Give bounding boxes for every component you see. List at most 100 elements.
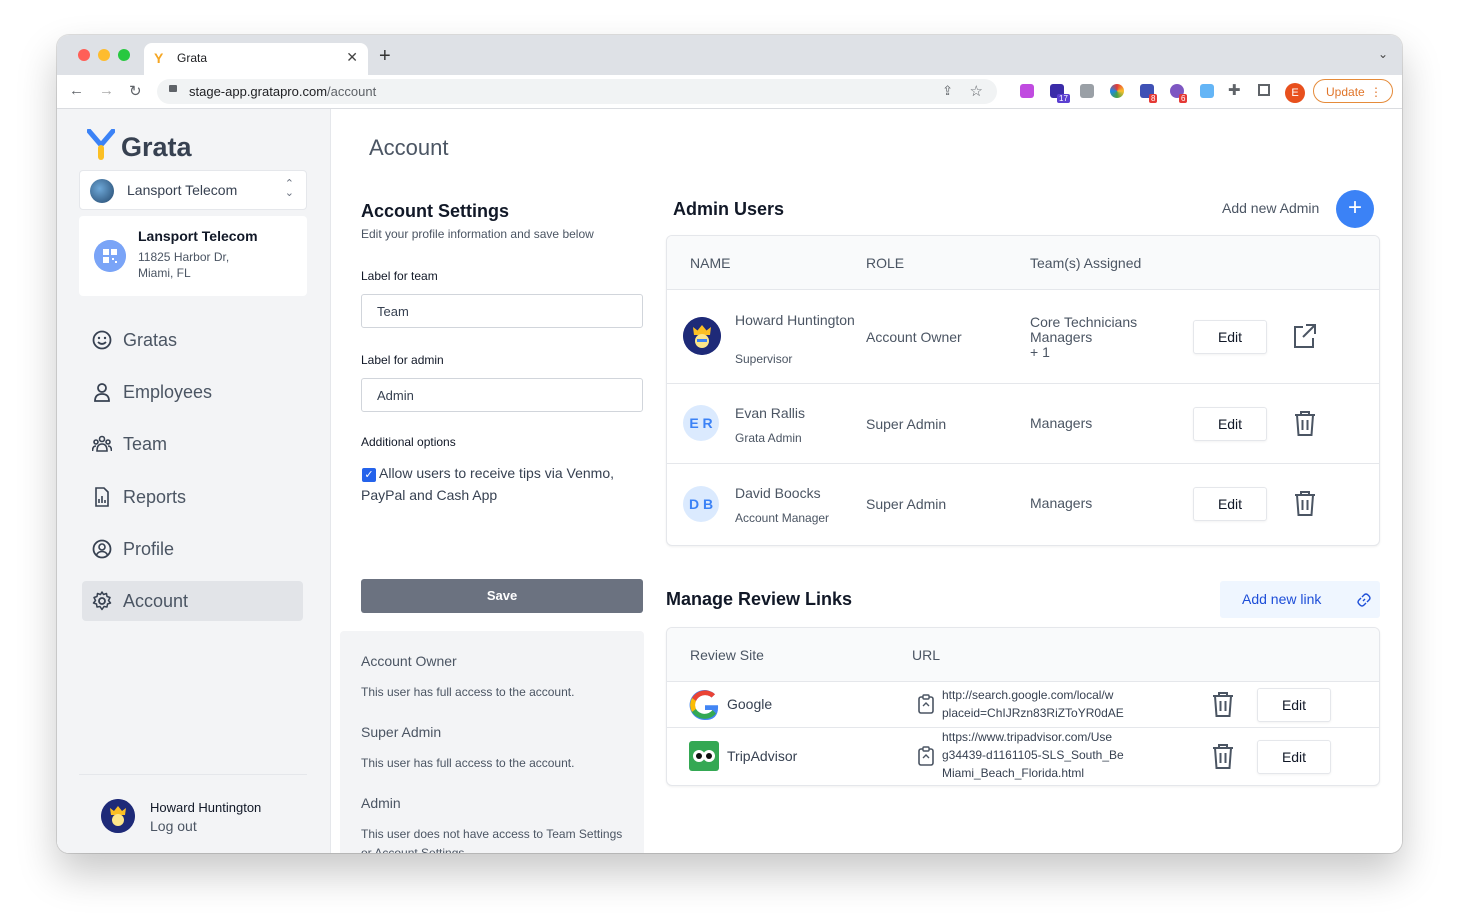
- tab-strip: Y Grata ✕ + ⌄: [57, 35, 1402, 75]
- update-button[interactable]: Update ⋮: [1313, 79, 1393, 103]
- app-page: Grata Lansport Telecom ⌃ ⌄ Lansport Telec…: [57, 109, 1402, 853]
- edit-link-button[interactable]: Edit: [1257, 688, 1331, 722]
- share-icon[interactable]: ⇪: [942, 83, 953, 99]
- sidebar-item-label: Gratas: [123, 330, 178, 350]
- role-description: This user has full access to the account…: [361, 685, 575, 699]
- table-row: Google http://search.google.com/local/w p…: [667, 682, 1379, 728]
- profile-avatar[interactable]: E: [1285, 83, 1305, 103]
- edit-admin-button[interactable]: Edit: [1193, 407, 1267, 441]
- forward-icon[interactable]: →: [99, 82, 114, 99]
- profile-icon: [92, 539, 112, 559]
- table-row: Howard Huntington Supervisor Account Own…: [667, 290, 1379, 384]
- close-tab-icon[interactable]: ✕: [346, 49, 358, 66]
- clipboard-icon[interactable]: [917, 746, 935, 766]
- table-row: TripAdvisor https://www.tripadvisor.com/…: [667, 728, 1379, 785]
- new-tab-icon[interactable]: +: [379, 45, 391, 68]
- sidebar-item-account[interactable]: Account: [82, 581, 303, 621]
- trash-icon[interactable]: [1210, 690, 1236, 718]
- user-avatar[interactable]: [101, 799, 135, 833]
- organization-select-label: Lansport Telecom: [127, 182, 238, 198]
- tips-checkbox[interactable]: ✓: [362, 468, 376, 482]
- address-bar[interactable]: stage-app.gratapro.com/account ⇪ ☆: [157, 79, 997, 104]
- url-text: stage-app.gratapro.com/account: [189, 84, 377, 99]
- main-content: Account Account Settings Edit your profi…: [331, 109, 1402, 853]
- organization-address: 11825 Harbor Dr,: [138, 250, 230, 264]
- organization-select[interactable]: Lansport Telecom ⌃ ⌄: [79, 170, 307, 210]
- color-extension-icon[interactable]: [1110, 84, 1124, 98]
- admin-subtitle: Supervisor: [735, 352, 793, 366]
- browser-tab[interactable]: Y Grata ✕: [144, 43, 368, 75]
- trash-icon[interactable]: [1292, 409, 1318, 437]
- user-avatar: [683, 317, 721, 355]
- extension-icon[interactable]: [1200, 84, 1214, 98]
- extension-icon[interactable]: [1020, 84, 1034, 98]
- review-links-table: Review Site URL Google http://search.goo…: [666, 627, 1380, 786]
- sidebar-item-employees[interactable]: Employees: [82, 372, 303, 412]
- admin-initials-avatar: D B: [683, 486, 719, 522]
- trash-icon[interactable]: [1292, 489, 1318, 517]
- browser-toolbar: ← → ↻ stage-app.gratapro.com/account ⇪ ☆…: [57, 75, 1402, 109]
- add-admin-button[interactable]: +: [1336, 190, 1374, 228]
- tab-search-chevron-icon[interactable]: ⌄: [1378, 47, 1388, 61]
- extension-badge: 6: [1179, 94, 1188, 103]
- edit-admin-button[interactable]: Edit: [1193, 487, 1267, 521]
- add-admin-label[interactable]: Add new Admin: [1222, 200, 1319, 216]
- logo-text: Grata: [121, 132, 192, 162]
- minimize-window-button[interactable]: [98, 49, 110, 61]
- page-title: Account: [369, 135, 449, 160]
- role-description: This user does not have access to Team S…: [361, 827, 623, 853]
- review-links-title: Manage Review Links: [666, 589, 853, 609]
- admin-role: Account Owner: [866, 329, 962, 345]
- maximize-window-button[interactable]: [118, 49, 130, 61]
- extension-badge: 17: [1057, 94, 1070, 103]
- role-description: This user has full access to the account…: [361, 756, 575, 770]
- edit-link-button[interactable]: Edit: [1257, 740, 1331, 774]
- save-button[interactable]: Save: [361, 579, 643, 613]
- close-window-button[interactable]: [78, 49, 90, 61]
- admin-subtitle: Account Manager: [735, 511, 830, 525]
- team-label-caption: Label for team: [361, 269, 438, 283]
- column-header-review-site: Review Site: [690, 647, 764, 663]
- current-user-name: Howard Huntington: [150, 800, 262, 815]
- bookmark-star-icon[interactable]: ☆: [970, 82, 983, 100]
- trash-icon[interactable]: [1210, 742, 1236, 770]
- account-settings-subtitle: Edit your profile information and save b…: [361, 227, 594, 241]
- external-link-icon[interactable]: [1292, 322, 1318, 350]
- tripadvisor-logo-icon: [689, 741, 719, 771]
- side-panel-icon[interactable]: [1258, 84, 1270, 96]
- sidebar-item-reports[interactable]: Reports: [82, 477, 303, 517]
- table-header: Review Site URL: [667, 628, 1379, 682]
- column-header-role: ROLE: [866, 255, 905, 271]
- edit-admin-button[interactable]: Edit: [1193, 320, 1267, 354]
- review-site-name: Google: [727, 696, 773, 712]
- admin-name: David Boocks: [735, 485, 821, 501]
- puzzle-extensions-icon[interactable]: ✚: [1228, 81, 1241, 99]
- back-icon[interactable]: ←: [69, 82, 84, 99]
- qr-code-icon: [94, 240, 126, 272]
- sidebar-item-profile[interactable]: Profile: [82, 529, 303, 569]
- sidebar-item-label: Profile: [123, 539, 175, 559]
- tab-title: Grata: [177, 51, 208, 65]
- reload-icon[interactable]: ↻: [129, 82, 142, 100]
- admin-users-title: Admin Users: [673, 199, 785, 219]
- sidebar: Grata Lansport Telecom ⌃ ⌄ Lansport Telec…: [57, 109, 331, 853]
- admin-name: Evan Rallis: [735, 405, 806, 421]
- add-link-label: Add new link: [1242, 591, 1322, 607]
- add-link-button[interactable]: Add new link: [1220, 581, 1380, 618]
- admin-label-input[interactable]: [361, 378, 643, 412]
- admin-users-table: NAME ROLE Team(s) Assigned Howard Huntin…: [666, 235, 1380, 546]
- admin-label-caption: Label for admin: [361, 353, 444, 367]
- table-row: D B David Boocks Account Manager Super A…: [667, 464, 1379, 544]
- logout-link[interactable]: Log out: [150, 818, 197, 834]
- team-icon: [92, 435, 112, 452]
- user-icon: [94, 383, 110, 402]
- sidebar-item-team[interactable]: Team: [82, 424, 303, 464]
- team-label-input[interactable]: [361, 294, 643, 328]
- sidebar-item-label: Team: [123, 434, 168, 454]
- clipboard-icon[interactable]: [917, 694, 935, 714]
- admin-teams: Managers: [1030, 495, 1093, 511]
- admin-role: Super Admin: [866, 416, 947, 432]
- browser-window: Y Grata ✕ + ⌄ ← → ↻ stage-app.gratapro.c…: [57, 35, 1402, 853]
- sidebar-item-gratas[interactable]: Gratas: [82, 320, 303, 360]
- camera-extension-icon[interactable]: [1080, 84, 1094, 98]
